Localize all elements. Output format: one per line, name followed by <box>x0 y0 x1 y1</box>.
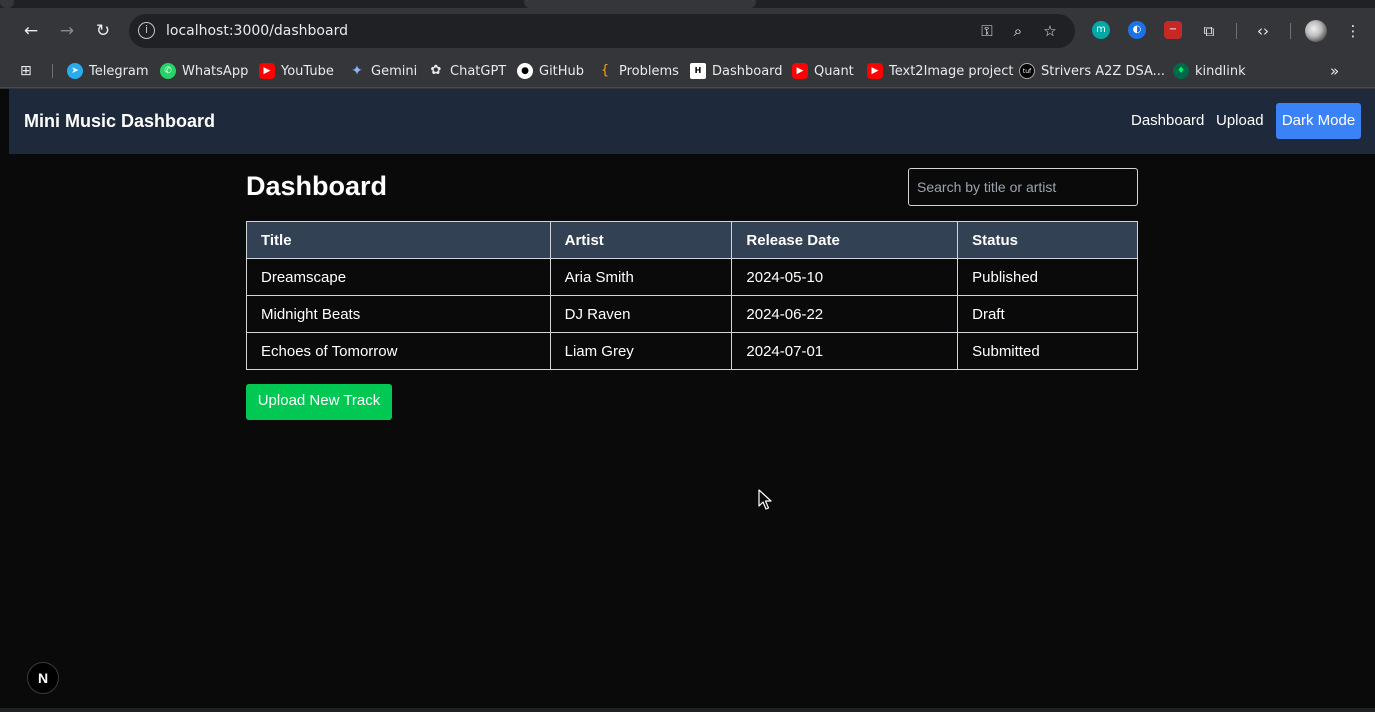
gemini-icon: ✦ <box>351 63 363 79</box>
bookmark-dashboard[interactable]: H Dashboard <box>690 54 783 88</box>
bookmark-label: Text2Image project <box>889 63 1014 79</box>
bookmark-youtube[interactable]: ▶ YouTube <box>259 54 334 88</box>
toolbar-divider <box>1236 23 1237 39</box>
whatsapp-icon: ✆ <box>160 63 176 79</box>
bookmark-label: YouTube <box>281 63 334 79</box>
nav-link-upload[interactable]: Upload <box>1216 89 1264 153</box>
bookmark-problems[interactable]: { Problems <box>597 54 679 88</box>
bookmark-label: Gemini <box>371 63 418 79</box>
nav-link-dashboard[interactable]: Dashboard <box>1131 89 1204 153</box>
column-header-title: Title <box>246 221 551 259</box>
extension-blue-icon[interactable]: ◐ <box>1128 21 1146 39</box>
menu-kebab-icon[interactable]: ⋮ <box>1340 18 1366 44</box>
bookmark-gemini[interactable]: ✦ Gemini <box>349 54 417 88</box>
bookmark-star-icon[interactable]: ☆ <box>1037 18 1063 44</box>
table-row: Dreamscape Aria Smith 2024-05-10 Publish… <box>246 258 1138 296</box>
bookmark-chatgpt[interactable]: ✿ ChatGPT <box>428 54 507 88</box>
password-key-icon[interactable]: ⚿ <box>974 18 1000 44</box>
site-info-icon[interactable]: i <box>138 22 155 39</box>
bookmark-label: Dashboard <box>712 63 783 79</box>
reload-icon[interactable]: ↻ <box>90 18 116 44</box>
app-brand[interactable]: Mini Music Dashboard <box>24 89 215 153</box>
upload-new-track-button[interactable]: Upload New Track <box>246 384 392 420</box>
apps-grid-icon[interactable]: ⊞ <box>20 62 38 80</box>
chatgpt-icon: ✿ <box>430 63 442 78</box>
table-row: Echoes of Tomorrow Liam Grey 2024-07-01 … <box>246 332 1138 370</box>
zoom-icon[interactable]: ⌕ <box>1005 18 1031 44</box>
column-header-status: Status <box>957 221 1138 259</box>
bookmark-label: Quant <box>814 63 854 79</box>
cell-title: Midnight Beats <box>246 295 551 333</box>
bookmark-label: WhatsApp <box>182 63 249 79</box>
tuf-icon: tuf <box>1019 63 1035 79</box>
cell-status: Submitted <box>957 332 1138 370</box>
tracks-table: Title Artist Release Date Status Dreamsc… <box>246 221 1138 370</box>
tab-strip <box>0 0 1375 8</box>
column-header-artist: Artist <box>549 221 733 259</box>
profile-avatar[interactable] <box>1305 20 1327 42</box>
cell-release-date: 2024-05-10 <box>731 258 959 296</box>
url-text[interactable]: localhost:3000/dashboard <box>166 14 348 48</box>
bookmark-label: Strivers A2Z DSA... <box>1041 63 1166 79</box>
cell-release-date: 2024-07-01 <box>731 332 959 370</box>
app-header: Mini Music Dashboard Dashboard Upload Da… <box>9 89 1375 154</box>
cell-title: Echoes of Tomorrow <box>246 332 551 370</box>
cell-title: Dreamscape <box>246 258 551 296</box>
cell-status: Draft <box>957 295 1138 333</box>
bookmark-label: GitHub <box>539 63 585 79</box>
dashboard-bookmark-icon: H <box>690 63 706 79</box>
browser-chrome: ← → ↻ i localhost:3000/dashboard ⚿ ⌕ ☆ m… <box>0 0 1375 89</box>
window-bottom-edge <box>0 708 1375 712</box>
cell-release-date: 2024-06-22 <box>731 295 959 333</box>
toolbar-divider <box>1290 23 1291 39</box>
cell-artist: DJ Raven <box>549 295 733 333</box>
extension-shield-icon[interactable]: − <box>1164 21 1182 39</box>
page-title: Dashboard <box>246 171 388 201</box>
nextjs-dev-badge[interactable]: N <box>27 662 59 694</box>
bookmark-label: ChatGPT <box>450 63 507 79</box>
bookmark-quant[interactable]: ▶ Quant <box>792 54 854 88</box>
bookmark-strivers[interactable]: tuf Strivers A2Z DSA... <box>1019 54 1165 88</box>
bookmark-kindlink[interactable]: ♦ kindlink <box>1173 54 1246 88</box>
devtools-code-icon[interactable]: ‹› <box>1250 18 1276 44</box>
chevron-double-right-icon[interactable]: » <box>1330 62 1339 80</box>
mouse-cursor-icon <box>758 489 772 510</box>
cell-status: Published <box>957 258 1138 296</box>
bookmark-github[interactable]: ● GitHub <box>517 54 584 88</box>
search-input[interactable] <box>908 168 1138 206</box>
tab-active[interactable] <box>524 0 756 8</box>
mongodb-icon: ♦ <box>1173 63 1189 79</box>
table-row: Midnight Beats DJ Raven 2024-06-22 Draft <box>246 295 1138 333</box>
address-bar[interactable]: i localhost:3000/dashboard ⚿ ⌕ ☆ <box>129 14 1075 48</box>
bookmarks-bar: ⊞ ➤ Telegram ✆ WhatsApp ▶ YouTube ✦ Gemi… <box>0 54 1375 88</box>
youtube-icon: ▶ <box>867 63 883 79</box>
app-page: Mini Music Dashboard Dashboard Upload Da… <box>9 89 1375 712</box>
back-icon[interactable]: ← <box>18 18 44 44</box>
bookmark-label: Telegram <box>89 63 149 79</box>
github-icon: ● <box>517 63 533 79</box>
forward-icon[interactable]: → <box>54 18 80 44</box>
youtube-icon: ▶ <box>259 63 275 79</box>
dark-mode-button[interactable]: Dark Mode <box>1276 103 1361 139</box>
column-header-release-date: Release Date <box>731 221 959 259</box>
cell-artist: Aria Smith <box>549 258 733 296</box>
bookmarks-divider <box>52 64 53 78</box>
browser-toolbar: ← → ↻ i localhost:3000/dashboard ⚿ ⌕ ☆ m… <box>0 8 1375 54</box>
extension-m-icon[interactable]: m <box>1092 21 1110 39</box>
telegram-icon: ➤ <box>67 63 83 79</box>
bookmark-telegram[interactable]: ➤ Telegram <box>67 54 149 88</box>
tab[interactable] <box>0 0 14 8</box>
cell-artist: Liam Grey <box>549 332 733 370</box>
bookmark-label: kindlink <box>1195 63 1246 79</box>
extensions-puzzle-icon[interactable]: ⧉ <box>1196 18 1222 44</box>
table-header-row: Title Artist Release Date Status <box>246 221 1138 259</box>
bookmark-whatsapp[interactable]: ✆ WhatsApp <box>160 54 248 88</box>
leetcode-icon: { <box>600 63 610 78</box>
bookmark-label: Problems <box>619 63 679 79</box>
youtube-icon: ▶ <box>792 63 808 79</box>
bookmark-text2image[interactable]: ▶ Text2Image project <box>867 54 1014 88</box>
